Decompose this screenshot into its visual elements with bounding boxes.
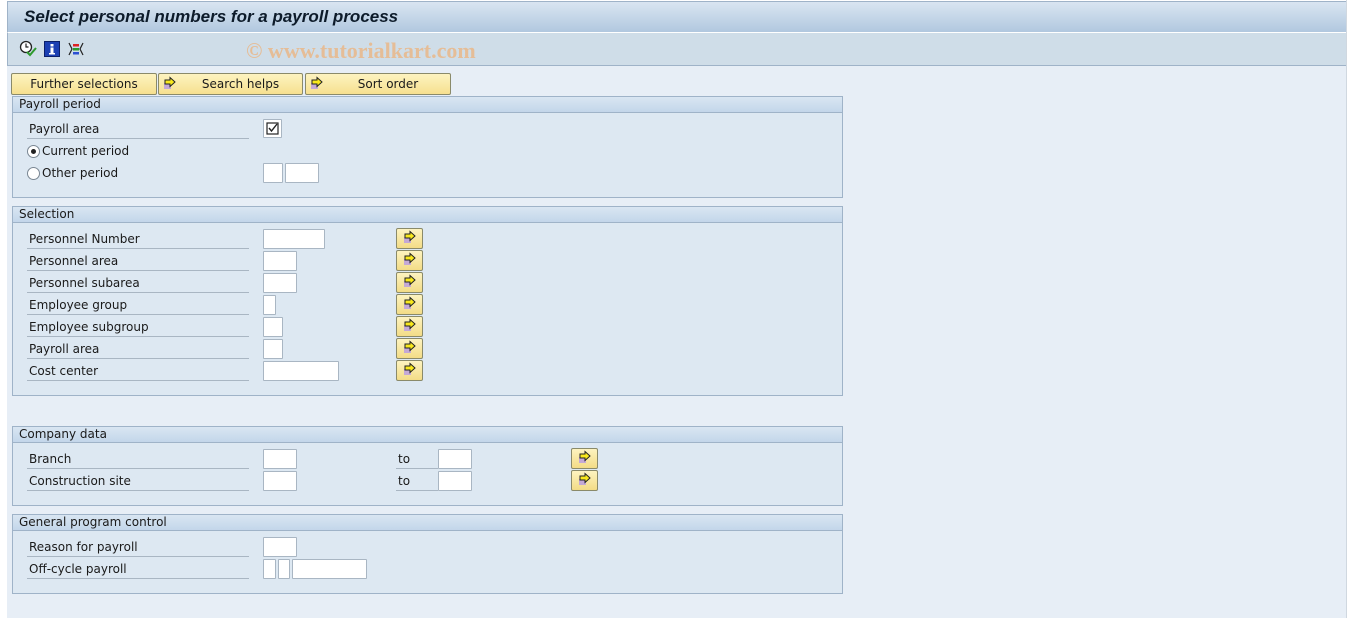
personnel-area-row: Personnel area [27,250,827,273]
off-cycle-input-1[interactable] [263,559,276,579]
further-selections-label: Further selections [30,77,138,91]
selection-group: Selection Personnel Number Personnel area… [12,206,843,396]
arrow-right-icon [578,472,592,489]
page-title: Select personal numbers for a payroll pr… [24,7,399,26]
current-period-label: Current period [42,144,130,158]
window-edge [1346,0,1347,618]
payroll-area-checkbox[interactable] [263,119,282,138]
employee-group-row: Employee group [27,294,827,317]
group-title: Payroll period [13,97,842,113]
personnel-number-multiple-selection-button[interactable] [396,228,423,249]
personnel-area-label: Personnel area [27,251,249,271]
branch-label: Branch [27,449,249,469]
payroll-period-group: Payroll period Payroll area Current peri… [12,96,843,198]
search-helps-button[interactable]: Search helps [158,73,303,95]
selection-options-icon[interactable] [67,40,85,57]
cost-center-row: Cost center [27,360,827,383]
arrow-right-icon [403,362,417,379]
group-title: Company data [13,427,842,443]
sap-window: Select personal numbers for a payroll pr… [7,1,1347,618]
other-period-option[interactable]: Other period [27,163,118,183]
to-label: to [396,449,438,469]
personnel-subarea-row: Personnel subarea [27,272,827,295]
current-period-row: Current period [27,141,827,163]
arrow-right-icon [163,76,177,90]
personnel-subarea-label: Personnel subarea [27,273,249,293]
reason-for-payroll-label: Reason for payroll [27,537,249,557]
personnel-number-row: Personnel Number [27,228,827,251]
arrow-right-icon [403,296,417,313]
construction-site-label: Construction site [27,471,249,491]
off-cycle-input-2[interactable] [278,559,290,579]
personnel-subarea-multiple-selection-button[interactable] [396,272,423,293]
arrow-right-icon [403,340,417,357]
employee-subgroup-multiple-selection-button[interactable] [396,316,423,337]
reason-for-payroll-input[interactable] [263,537,297,557]
branch-from-input[interactable] [263,449,297,469]
personnel-number-input[interactable] [263,229,325,249]
application-toolbar: © www.tutorialkart.com [7,33,1347,66]
personnel-area-input[interactable] [263,251,297,271]
employee-group-label: Employee group [27,295,249,315]
further-selections-button[interactable]: Further selections [11,73,157,95]
other-period-radio[interactable] [27,166,40,180]
arrow-right-icon [403,230,417,247]
employee-subgroup-row: Employee subgroup [27,316,827,339]
construction-site-multiple-selection-button[interactable] [571,470,598,491]
info-icon[interactable] [43,40,61,57]
employee-group-input[interactable] [263,295,276,315]
personnel-area-multiple-selection-button[interactable] [396,250,423,271]
construction-site-row: Construction site to [27,470,827,493]
off-cycle-payroll-row: Off-cycle payroll [27,559,827,581]
construction-site-from-input[interactable] [263,471,297,491]
company-data-group: Company data Branch to Construction site to [12,426,843,506]
reason-for-payroll-row: Reason for payroll [27,537,827,559]
cost-center-input[interactable] [263,361,339,381]
to-label: to [396,471,438,491]
cost-center-multiple-selection-button[interactable] [396,360,423,381]
search-helps-label: Search helps [201,77,280,91]
payroll-area-input[interactable] [263,339,283,359]
general-program-control-group: General program control Reason for payro… [12,514,843,594]
current-period-radio[interactable] [27,144,40,158]
other-period-row: Other period [27,163,827,185]
personnel-number-label: Personnel Number [27,229,249,249]
off-cycle-date-input[interactable] [292,559,367,579]
arrow-right-icon [403,274,417,291]
branch-multiple-selection-button[interactable] [571,448,598,469]
arrow-right-icon [310,76,324,90]
cost-center-label: Cost center [27,361,249,381]
construction-site-to-input[interactable] [438,471,472,491]
other-period-label: Other period [42,166,119,180]
sort-order-label: Sort order [357,77,419,91]
payroll-area-row: Payroll area [27,119,827,141]
title-bar: Select personal numbers for a payroll pr… [7,1,1347,33]
payroll-area-label: Payroll area [27,339,249,359]
group-title: General program control [13,515,842,531]
off-cycle-payroll-label: Off-cycle payroll [27,559,249,579]
employee-group-multiple-selection-button[interactable] [396,294,423,315]
branch-to-input[interactable] [438,449,472,469]
sort-order-button[interactable]: Sort order [305,73,451,95]
payroll-area-multiple-selection-button[interactable] [396,338,423,359]
other-period-year-input[interactable] [285,163,319,183]
employee-subgroup-input[interactable] [263,317,283,337]
payroll-area-row: Payroll area [27,338,827,361]
branch-row: Branch to [27,448,827,471]
current-period-option[interactable]: Current period [27,141,129,161]
arrow-right-icon [403,252,417,269]
employee-subgroup-label: Employee subgroup [27,317,249,337]
execute-clock-icon[interactable] [19,40,37,57]
arrow-right-icon [403,318,417,335]
group-title: Selection [13,207,842,223]
watermark: © www.tutorialkart.com [246,38,476,63]
payroll-area-label: Payroll area [27,119,249,139]
other-period-period-input[interactable] [263,163,283,183]
arrow-right-icon [578,450,592,467]
personnel-subarea-input[interactable] [263,273,297,293]
